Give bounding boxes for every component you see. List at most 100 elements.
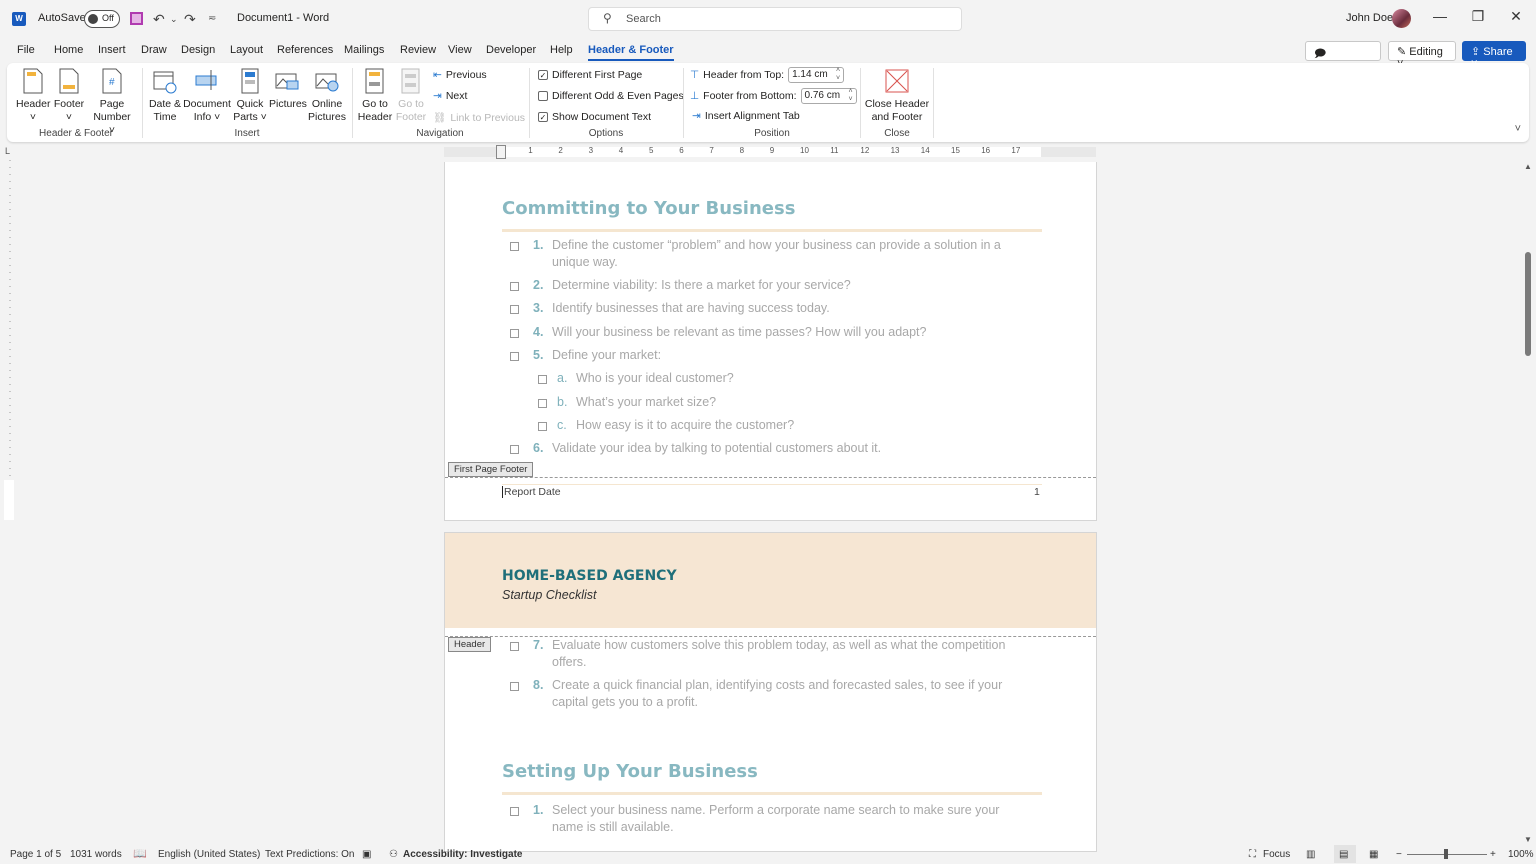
focus-mode[interactable]: Focus — [1263, 849, 1290, 860]
scroll-down-icon[interactable]: ▼ — [1524, 835, 1532, 844]
tab-mailings[interactable]: Mailings — [344, 44, 384, 56]
undo-dropdown-icon[interactable]: ⌄ — [170, 10, 178, 28]
tab-draw[interactable]: Draw — [141, 44, 167, 56]
read-mode-icon[interactable]: ▥ — [1306, 849, 1315, 860]
spinner-arrows-icon[interactable]: ˄ ˅ — [836, 67, 840, 83]
go-to-footer-button[interactable]: Go to Footer — [393, 68, 429, 124]
previous-button[interactable]: ⇤ Previous — [433, 69, 487, 81]
header-button[interactable]: Header ˅ — [16, 68, 50, 124]
vertical-scrollbar[interactable]: ▲ ▼ — [1521, 162, 1536, 844]
tab-review[interactable]: Review — [400, 44, 436, 56]
checkbox-icon[interactable] — [510, 445, 519, 455]
group-label-close: Close — [884, 128, 910, 139]
zoom-slider-thumb[interactable] — [1444, 849, 1448, 859]
save-icon[interactable] — [130, 12, 143, 25]
checkbox-icon[interactable] — [510, 305, 519, 315]
go-to-header-button[interactable]: Go to Header — [357, 68, 393, 124]
focus-icon[interactable]: ⛶ — [1249, 849, 1256, 860]
footer-button[interactable]: Footer ˅ — [52, 68, 86, 124]
customize-toolbar-icon[interactable]: ≂ — [208, 10, 216, 28]
link-to-previous-button[interactable]: ⛓ Link to Previous — [433, 111, 525, 125]
horizontal-ruler[interactable]: 1 2 3 4 5 6 7 8 9 10 11 12 13 14 15 16 17 — [444, 145, 1096, 159]
tab-header-footer[interactable]: Header & Footer — [588, 44, 674, 61]
share-button[interactable]: ⇪ Share ˅ — [1462, 41, 1526, 70]
language[interactable]: English (United States) — [158, 849, 260, 860]
redo-icon[interactable]: ↷ — [184, 10, 196, 28]
search-box[interactable]: ⚲ Search — [588, 7, 962, 31]
tab-design[interactable]: Design — [181, 44, 215, 56]
scrollbar-thumb[interactable] — [1525, 252, 1531, 356]
indent-marker[interactable] — [496, 145, 506, 159]
tab-selector-icon[interactable]: L — [5, 146, 10, 156]
collapse-ribbon-icon[interactable]: ˅ — [1515, 123, 1521, 135]
different-odd-even-checkbox[interactable]: Different Odd & Even Pages — [538, 90, 684, 102]
checkbox-icon[interactable] — [538, 375, 547, 385]
zoom-out-icon[interactable]: − — [1396, 849, 1402, 860]
checkbox-icon[interactable] — [510, 328, 519, 338]
tab-file[interactable]: File — [17, 44, 35, 56]
first-page-footer-tag: First Page Footer — [448, 462, 534, 477]
macro-recording-icon[interactable]: ▣ — [362, 849, 371, 860]
show-document-text-checkbox[interactable]: ✓ Show Document Text — [538, 111, 651, 123]
proofing-icon[interactable]: 📖 — [133, 847, 147, 860]
item-text: What’s your market size? — [576, 394, 717, 409]
checkbox-icon[interactable] — [510, 351, 519, 361]
checkbox-icon[interactable] — [510, 682, 519, 691]
user-name[interactable]: John Doe — [1346, 12, 1393, 24]
minimize-icon[interactable]: — — [1430, 8, 1450, 24]
tab-layout[interactable]: Layout — [230, 44, 263, 56]
print-layout-icon[interactable]: ▤ — [1339, 849, 1348, 860]
header-from-top-input[interactable]: 1.14 cm ˄ ˅ — [788, 67, 845, 83]
avatar[interactable] — [1392, 9, 1411, 28]
checkbox-icon[interactable] — [510, 282, 519, 291]
comments-button[interactable]: 🗩 Comments — [1305, 41, 1381, 76]
group-label-position: Position — [754, 128, 790, 139]
editing-button[interactable]: ✎ Editing ˅ — [1388, 41, 1456, 70]
close-header-footer-button[interactable]: Close Header and Footer — [864, 68, 930, 124]
header-position-icon: ⊤ — [690, 69, 700, 81]
page-count[interactable]: Page 1 of 5 — [10, 849, 61, 860]
online-pictures-button[interactable]: Online Pictures — [307, 68, 347, 124]
next-button[interactable]: ⇥ Next — [433, 90, 467, 102]
undo-icon[interactable]: ↶ — [153, 10, 165, 28]
different-first-page-checkbox[interactable]: ✓ Different First Page — [538, 69, 642, 81]
autosave-toggle[interactable]: Off — [84, 10, 120, 28]
chevron-down-icon: ˅ — [257, 111, 267, 123]
restore-icon[interactable]: ❐ — [1468, 8, 1488, 25]
accessibility-status[interactable]: Accessibility: Investigate — [403, 849, 523, 860]
zoom-level[interactable]: 100% — [1508, 849, 1534, 860]
tab-home[interactable]: Home — [54, 44, 83, 56]
date-time-button[interactable]: Date & Time — [147, 68, 183, 124]
web-layout-icon[interactable]: ▦ — [1369, 849, 1378, 860]
close-window-icon[interactable]: ✕ — [1506, 8, 1526, 25]
word-count[interactable]: 1031 words — [70, 849, 122, 860]
go-to-footer-icon — [401, 68, 420, 94]
footer-report-date[interactable]: Report Date — [502, 486, 561, 498]
checkbox-icon[interactable] — [510, 807, 519, 816]
zoom-in-icon[interactable]: + — [1490, 849, 1496, 860]
pictures-button[interactable]: Pictures — [269, 68, 307, 111]
spinner-arrows-icon[interactable]: ˄ ˅ — [848, 88, 852, 104]
insert-alignment-tab-button[interactable]: ⇥ Insert Alignment Tab — [692, 110, 800, 122]
share-icon: ⇪ — [1471, 46, 1484, 58]
text-predictions[interactable]: Text Predictions: On — [265, 849, 354, 860]
tab-view[interactable]: View — [448, 44, 472, 56]
checkbox-icon[interactable] — [538, 421, 547, 431]
quick-parts-button[interactable]: Quick Parts ˅ — [233, 68, 267, 124]
checkbox-icon[interactable] — [510, 242, 519, 251]
page-number-button[interactable]: # Page Number ˅ — [89, 68, 135, 137]
checkbox-icon[interactable] — [538, 398, 547, 408]
chevron-down-icon: ˅ — [211, 111, 221, 123]
document-info-button[interactable]: Document Info ˅ — [183, 68, 231, 124]
document-page-1[interactable]: Committing to Your Business 1. Define the… — [444, 162, 1097, 521]
scroll-up-icon[interactable]: ▲ — [1524, 162, 1532, 171]
tab-help[interactable]: Help — [550, 44, 573, 56]
vertical-ruler[interactable] — [2, 160, 16, 520]
document-page-2[interactable]: HOME-BASED AGENCY Startup Checklist Head… — [444, 532, 1097, 852]
checkbox-icon[interactable] — [510, 642, 519, 651]
tab-insert[interactable]: Insert — [98, 44, 126, 56]
tab-developer[interactable]: Developer — [486, 44, 536, 56]
tab-references[interactable]: References — [277, 44, 333, 56]
footer-from-bottom-input[interactable]: 0.76 cm ˄ ˅ — [800, 88, 857, 104]
editing-label: Editing — [1409, 46, 1443, 58]
